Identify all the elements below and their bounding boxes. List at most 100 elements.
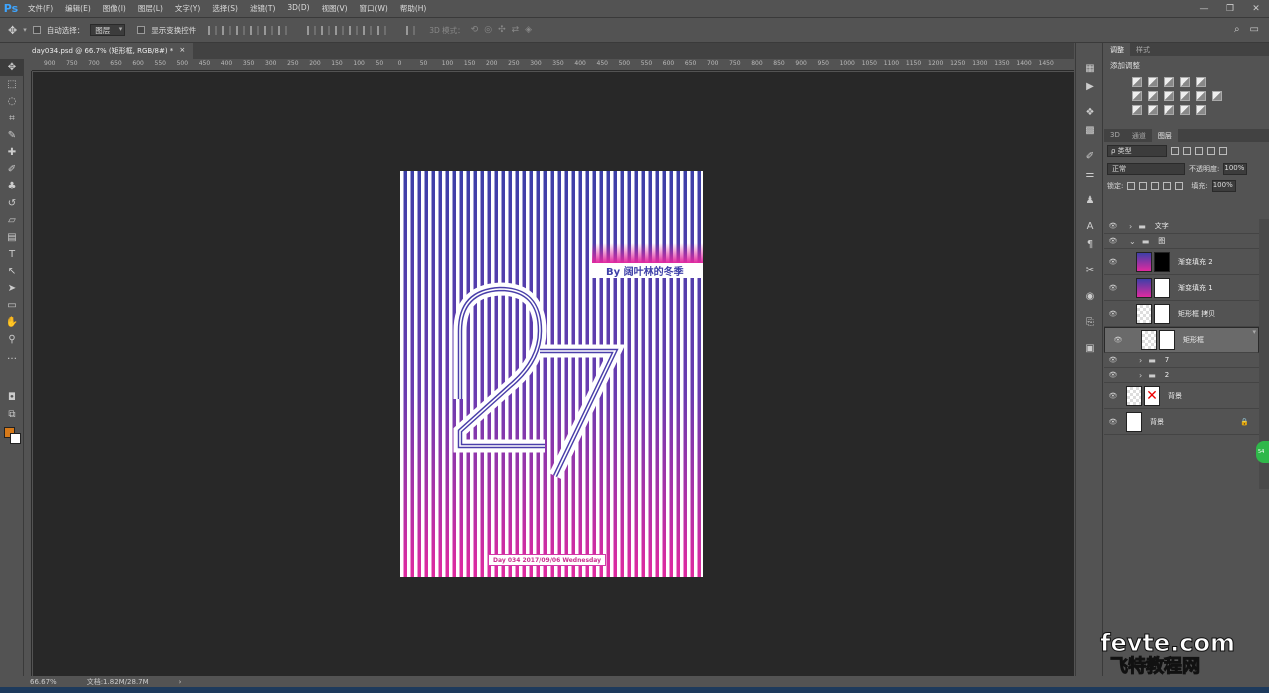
visibility-eye-icon[interactable]: 👁 bbox=[1104, 237, 1122, 245]
threshold-icon[interactable] bbox=[1164, 105, 1174, 115]
direct-select-tool-icon[interactable]: ➤ bbox=[0, 280, 24, 297]
align-right-icon[interactable] bbox=[278, 25, 288, 35]
document-tab[interactable]: day034.psd @ 66.7% (矩形框, RGB/8#) * × bbox=[24, 43, 194, 59]
tab-layers[interactable]: 图层 bbox=[1151, 129, 1178, 142]
info-panel-icon[interactable]: ▩ bbox=[1076, 121, 1104, 139]
align-vcenter-icon[interactable] bbox=[222, 25, 232, 35]
visibility-eye-icon[interactable]: 👁 bbox=[1104, 258, 1122, 266]
filter-smart-icon[interactable] bbox=[1219, 147, 1227, 155]
filter-pixel-icon[interactable] bbox=[1171, 147, 1179, 155]
menu-item[interactable]: 图像(I) bbox=[97, 3, 132, 14]
hand-tool-icon[interactable]: ✋ bbox=[0, 314, 24, 331]
menu-item[interactable]: 文字(Y) bbox=[169, 3, 206, 14]
properties-panel-icon[interactable]: ⎘ bbox=[1076, 313, 1104, 331]
layer-row[interactable]: 👁 渐变填充 1 bbox=[1104, 275, 1259, 301]
align-hcenter-icon[interactable] bbox=[264, 25, 274, 35]
photo-filter-icon[interactable] bbox=[1180, 91, 1190, 101]
chevron-down-icon[interactable]: ⌄ bbox=[1129, 237, 1136, 246]
brush-panel-icon[interactable]: ✐ bbox=[1076, 147, 1104, 165]
restore-button[interactable]: ❐ bbox=[1217, 0, 1243, 17]
levels-icon[interactable] bbox=[1148, 77, 1158, 87]
clone-source-icon[interactable]: ♟ bbox=[1076, 191, 1104, 209]
visibility-eye-icon[interactable]: 👁 bbox=[1104, 392, 1122, 400]
layer-row[interactable]: 👁 ⌄ ▬ 图 bbox=[1104, 234, 1259, 249]
marquee-tool-icon[interactable]: ⬚ bbox=[0, 76, 24, 93]
history-brush-icon[interactable]: ↺ bbox=[0, 195, 24, 212]
layer-mask-thumbnail[interactable] bbox=[1154, 303, 1170, 324]
menu-item[interactable]: 选择(S) bbox=[206, 3, 244, 14]
history-panel-icon[interactable]: ▦ bbox=[1076, 59, 1104, 77]
layer-mask-thumbnail[interactable]: ✕ bbox=[1144, 385, 1160, 406]
tab-adjustments[interactable]: 调整 bbox=[1104, 43, 1130, 56]
actions-panel-icon[interactable]: ▶ bbox=[1076, 77, 1104, 95]
hue-saturation-icon[interactable] bbox=[1132, 91, 1142, 101]
channel-mixer-icon[interactable] bbox=[1196, 91, 1206, 101]
curves-icon[interactable] bbox=[1164, 77, 1174, 87]
color-balance-icon[interactable] bbox=[1148, 91, 1158, 101]
move-tool-icon[interactable]: ✥ bbox=[0, 59, 24, 76]
fill-input[interactable]: 100% bbox=[1211, 179, 1236, 192]
tab-3d[interactable]: 3D bbox=[1104, 129, 1126, 142]
background-color-swatch[interactable] bbox=[10, 433, 21, 444]
visibility-eye-icon[interactable]: 👁 bbox=[1104, 284, 1122, 292]
menu-item[interactable]: 3D(D) bbox=[281, 3, 315, 14]
filter-shape-icon[interactable] bbox=[1207, 147, 1215, 155]
layer-mask-thumbnail[interactable] bbox=[1154, 251, 1170, 272]
visibility-eye-icon[interactable]: 👁 bbox=[1104, 371, 1122, 379]
auto-align-icon[interactable] bbox=[406, 25, 416, 35]
distribute-left-icon[interactable] bbox=[349, 25, 359, 35]
auto-select-dropdown[interactable]: 图层 bbox=[90, 24, 126, 36]
visibility-eye-icon[interactable]: 👁 bbox=[1104, 418, 1122, 426]
3d-rotate-icon[interactable]: ⟲ bbox=[471, 25, 479, 35]
screen-mode-icon[interactable]: ⧉ bbox=[0, 406, 24, 423]
layer-row[interactable]: 👁 › ▬ 2 bbox=[1104, 368, 1259, 383]
poster-canvas[interactable]: By 阔叶林的冬季 Day 034 2017/09/06 Wednesday bbox=[400, 171, 703, 577]
lock-pixels-icon[interactable] bbox=[1139, 181, 1148, 190]
exposure-icon[interactable] bbox=[1180, 77, 1190, 87]
gradient-map-icon[interactable] bbox=[1196, 105, 1206, 115]
vibrance-icon[interactable] bbox=[1196, 77, 1206, 87]
tab-styles[interactable]: 样式 bbox=[1130, 43, 1156, 56]
menu-item[interactable]: 窗口(W) bbox=[354, 3, 394, 14]
menu-item[interactable]: 编辑(E) bbox=[59, 3, 97, 14]
lock-position-icon[interactable] bbox=[1151, 181, 1160, 190]
layer-row[interactable]: 👁 背景 🔒 bbox=[1104, 409, 1259, 435]
tool-preset-dropdown-icon[interactable]: ▾ bbox=[23, 26, 27, 34]
close-button[interactable]: ✕ bbox=[1243, 0, 1269, 17]
brush-presets-icon[interactable]: ⚌ bbox=[1076, 165, 1104, 183]
posterize-icon[interactable] bbox=[1148, 105, 1158, 115]
lock-all-icon[interactable] bbox=[1175, 181, 1184, 190]
3d-drag-icon[interactable]: ✣ bbox=[498, 25, 506, 35]
lock-artboard-icon[interactable] bbox=[1163, 181, 1172, 190]
chevron-right-icon[interactable]: › bbox=[1139, 371, 1142, 380]
selective-color-icon[interactable] bbox=[1180, 105, 1190, 115]
crop-tool-icon[interactable]: ⌗ bbox=[0, 110, 24, 127]
eraser-tool-icon[interactable]: ▱ bbox=[0, 212, 24, 229]
layer-row[interactable]: 👁 › ▬ 文字 bbox=[1104, 219, 1259, 234]
menu-item[interactable]: 滤镜(T) bbox=[244, 3, 281, 14]
brush-tool-icon[interactable]: ✐ bbox=[0, 161, 24, 178]
distribute-bottom-icon[interactable] bbox=[335, 25, 345, 35]
filter-adjustment-icon[interactable] bbox=[1183, 147, 1191, 155]
3d-panel-icon[interactable]: ◉ bbox=[1076, 287, 1104, 305]
floating-badge[interactable]: 54 bbox=[1256, 441, 1269, 463]
layer-row[interactable]: 👁 矩形框 bbox=[1104, 327, 1259, 353]
layer-row[interactable]: 👁 矩形框 拷贝 bbox=[1104, 301, 1259, 327]
type-tool-icon[interactable]: T bbox=[0, 246, 24, 263]
brightness-contrast-icon[interactable] bbox=[1132, 77, 1142, 87]
layer-row[interactable]: 👁 渐变填充 2 bbox=[1104, 249, 1259, 275]
menu-item[interactable]: 视图(V) bbox=[316, 3, 354, 14]
paragraph-panel-icon[interactable]: ¶ bbox=[1076, 235, 1104, 253]
minimize-button[interactable]: — bbox=[1191, 0, 1217, 17]
opacity-input[interactable]: 100% bbox=[1223, 162, 1248, 175]
distribute-top-icon[interactable] bbox=[307, 25, 317, 35]
visibility-eye-icon[interactable]: 👁 bbox=[1104, 310, 1122, 318]
move-tool-icon[interactable]: ✥ bbox=[8, 24, 17, 37]
blend-mode-dropdown[interactable]: 正常 bbox=[1107, 162, 1185, 175]
tool-presets-icon[interactable]: ✂ bbox=[1076, 261, 1104, 279]
align-left-icon[interactable] bbox=[250, 25, 260, 35]
layer-row[interactable]: 👁 ✕ 背景 bbox=[1104, 383, 1259, 409]
healing-tool-icon[interactable]: ✚ bbox=[0, 144, 24, 161]
filter-type-icon[interactable] bbox=[1195, 147, 1203, 155]
gradient-tool-icon[interactable]: ▤ bbox=[0, 229, 24, 246]
